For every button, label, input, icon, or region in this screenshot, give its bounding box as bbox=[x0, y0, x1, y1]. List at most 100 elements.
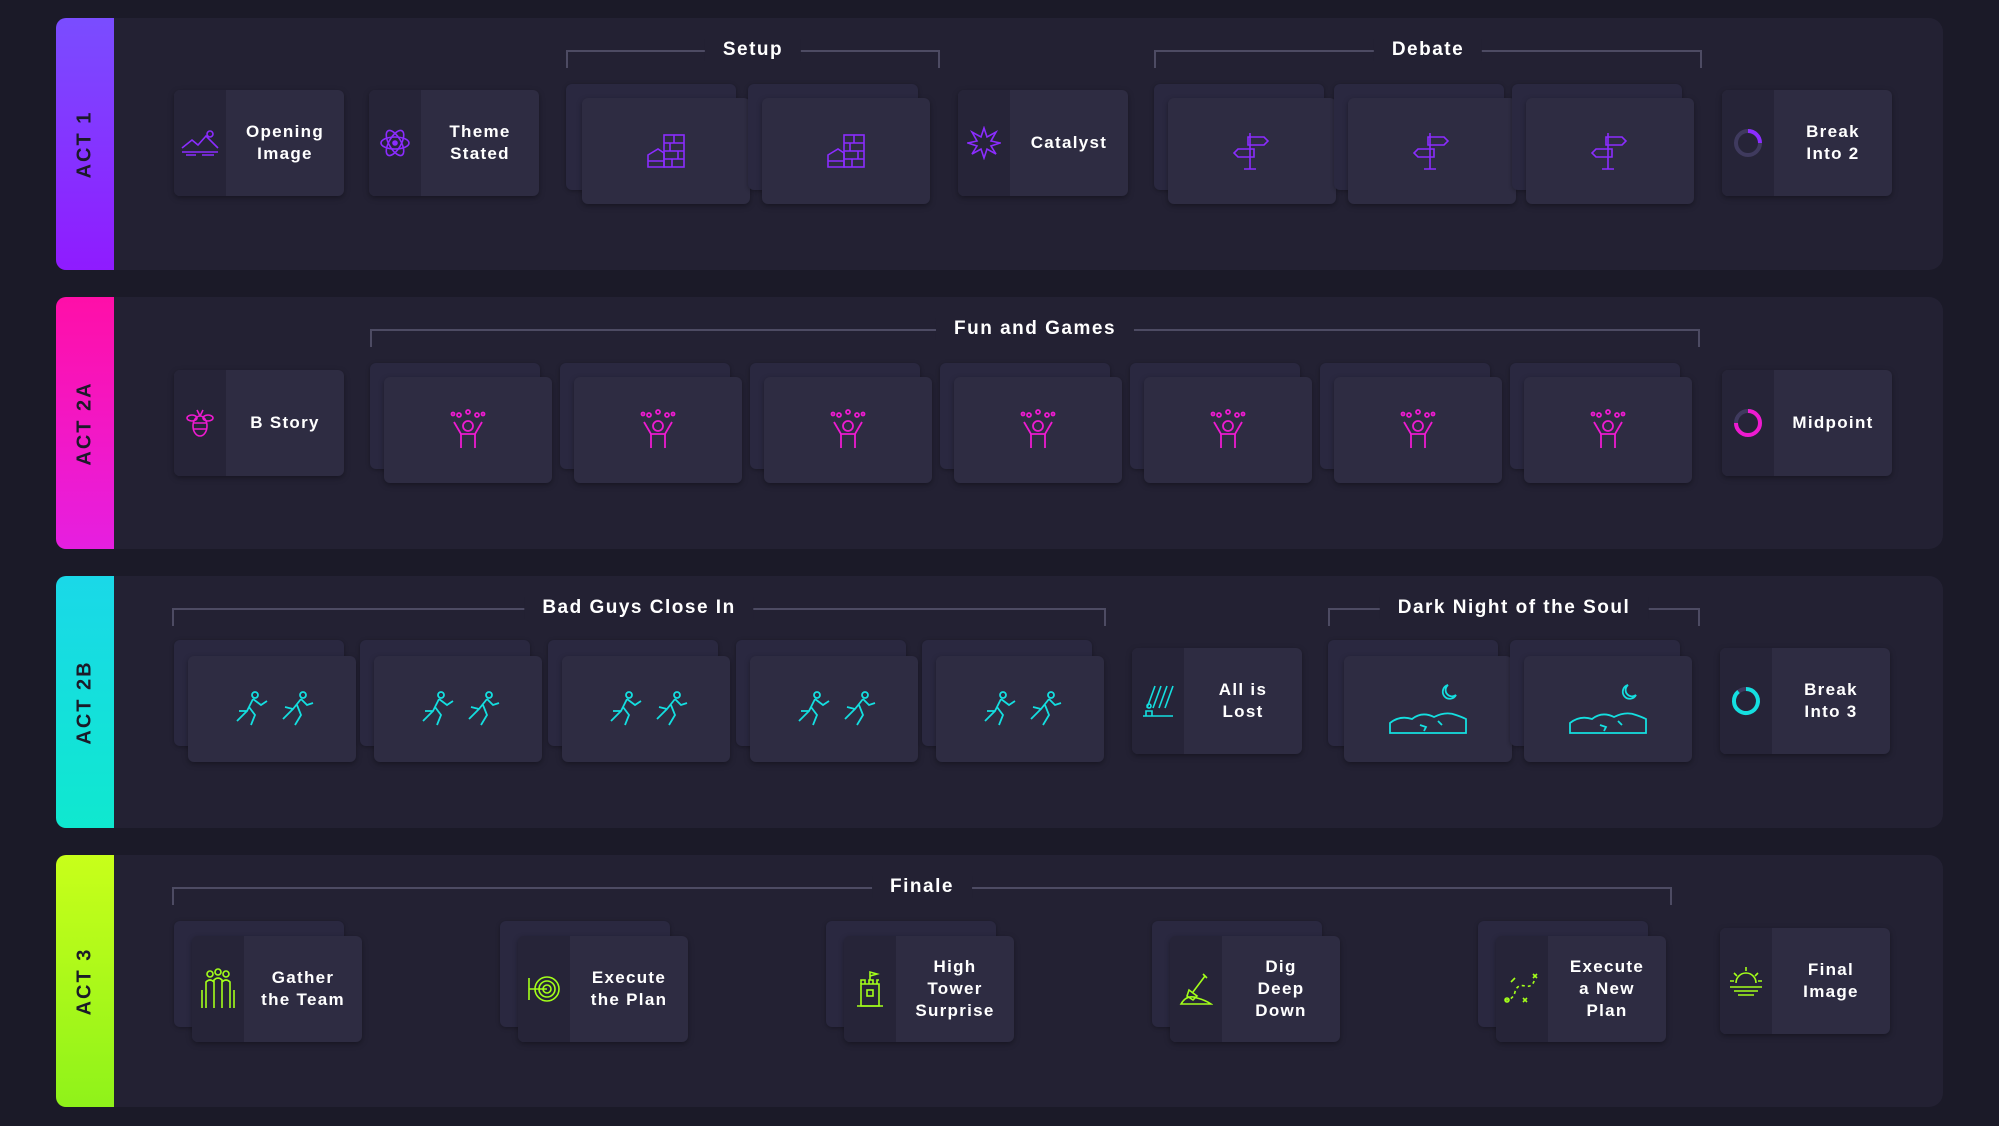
celebrating-person-icon bbox=[640, 409, 676, 448]
debate-bracket: Debate bbox=[1154, 39, 1702, 68]
running-figures-icon bbox=[798, 691, 876, 726]
bad-guys-bracket: Bad Guys Close In bbox=[172, 597, 1106, 626]
beat-gather-the-team[interactable]: Gather the Team bbox=[192, 936, 362, 1042]
celebrating-person-icon bbox=[450, 409, 486, 448]
debate-card[interactable] bbox=[1348, 98, 1516, 204]
landscape-icon bbox=[181, 130, 219, 156]
beat-label: Opening Image bbox=[245, 122, 325, 163]
bad-guys-card[interactable] bbox=[750, 656, 918, 762]
ring-icon bbox=[1734, 129, 1762, 157]
beat-execute-new-plan[interactable]: Execute a New Plan bbox=[1496, 936, 1666, 1042]
beat-final-image[interactable]: Final Image bbox=[1720, 928, 1890, 1034]
fun-card[interactable] bbox=[574, 377, 742, 483]
celebrating-person-icon bbox=[1590, 409, 1626, 448]
setup-bracket: Setup bbox=[566, 39, 940, 68]
moon-desert-icon bbox=[1389, 684, 1467, 734]
debate-card[interactable] bbox=[1168, 98, 1336, 204]
celebrating-person-icon bbox=[1020, 409, 1056, 448]
act-2b-panel: ACT 2B Bad Guys Close In Dark Night of t… bbox=[56, 576, 1943, 828]
act-3-panel: ACT 3 Finale Gather the Team Execute the… bbox=[56, 855, 1943, 1107]
celebrating-person-icon bbox=[1210, 409, 1246, 448]
shovel-icon bbox=[1179, 973, 1213, 1005]
running-figures-icon bbox=[610, 691, 688, 726]
moon-desert-icon bbox=[1569, 684, 1647, 734]
burst-icon bbox=[967, 126, 1001, 160]
beat-high-tower-surprise[interactable]: High Tower Surprise bbox=[844, 936, 1014, 1042]
signpost-icon bbox=[1412, 133, 1450, 170]
rain-person-icon bbox=[1143, 685, 1174, 717]
beat-label: Break Into 3 bbox=[1804, 680, 1858, 721]
beat-catalyst[interactable]: Catalyst bbox=[958, 90, 1128, 196]
sunrise-icon bbox=[1730, 967, 1762, 996]
setup-card[interactable] bbox=[582, 98, 750, 204]
beat-label: Break Into 2 bbox=[1806, 122, 1860, 163]
beat-b-story[interactable]: B Story bbox=[174, 370, 344, 476]
fun-card[interactable] bbox=[764, 377, 932, 483]
beat-label: B Story bbox=[250, 413, 320, 432]
tower-icon bbox=[857, 970, 883, 1007]
celebrating-person-icon bbox=[830, 409, 866, 448]
running-figures-icon bbox=[422, 691, 500, 726]
bad-guys-card[interactable] bbox=[936, 656, 1104, 762]
beat-label: Catalyst bbox=[1030, 133, 1108, 152]
setup-card[interactable] bbox=[762, 98, 930, 204]
act-2a-panel: ACT 2A Fun and Games B Story Midpoint bbox=[56, 297, 1943, 549]
fun-card[interactable] bbox=[1334, 377, 1502, 483]
dark-night-card[interactable] bbox=[1524, 656, 1692, 762]
beat-label: Final Image bbox=[1803, 960, 1859, 1001]
bad-guys-card[interactable] bbox=[562, 656, 730, 762]
beat-label: Execute the Plan bbox=[590, 968, 668, 1009]
bad-guys-card[interactable] bbox=[374, 656, 542, 762]
dark-night-title: Dark Night of the Soul bbox=[1379, 597, 1649, 619]
act-2a-tab[interactable]: ACT 2A bbox=[56, 297, 114, 549]
bad-guys-card[interactable] bbox=[188, 656, 356, 762]
atom-icon bbox=[380, 129, 410, 157]
dark-night-card[interactable] bbox=[1344, 656, 1512, 762]
signpost-icon bbox=[1590, 133, 1628, 170]
celebrating-person-icon bbox=[1400, 409, 1436, 448]
strategy-icon bbox=[1504, 973, 1538, 1003]
finale-bracket: Finale bbox=[172, 876, 1672, 905]
running-figures-icon bbox=[984, 691, 1062, 726]
bricks-icon bbox=[647, 134, 685, 168]
target-icon bbox=[528, 976, 560, 1002]
act-3-label: ACT 3 bbox=[73, 947, 96, 1015]
beat-all-is-lost[interactable]: All is Lost bbox=[1132, 648, 1302, 754]
act-1-tab[interactable]: ACT 1 bbox=[56, 18, 114, 270]
beat-label: All is Lost bbox=[1218, 680, 1268, 721]
setup-title: Setup bbox=[704, 39, 802, 61]
fun-card[interactable] bbox=[1144, 377, 1312, 483]
finale-title: Finale bbox=[872, 876, 972, 898]
team-icon bbox=[201, 968, 235, 1008]
fun-card[interactable] bbox=[1524, 377, 1692, 483]
beat-dig-deep-down[interactable]: Dig Deep Down bbox=[1170, 936, 1340, 1042]
act-2b-tab[interactable]: ACT 2B bbox=[56, 576, 114, 828]
running-figures-icon bbox=[236, 691, 314, 726]
act-3-tab[interactable]: ACT 3 bbox=[56, 855, 114, 1107]
fun-and-games-bracket: Fun and Games bbox=[370, 318, 1700, 347]
beat-break-into-2[interactable]: Break Into 2 bbox=[1722, 90, 1892, 196]
beat-break-into-3[interactable]: Break Into 3 bbox=[1720, 648, 1890, 754]
act-1-label: ACT 1 bbox=[73, 110, 96, 178]
fun-card[interactable] bbox=[954, 377, 1122, 483]
fun-and-games-title: Fun and Games bbox=[935, 318, 1135, 340]
ring-icon bbox=[1734, 409, 1762, 437]
debate-card[interactable] bbox=[1526, 98, 1694, 204]
beat-label: Gather the Team bbox=[261, 968, 345, 1009]
dark-night-bracket: Dark Night of the Soul bbox=[1328, 597, 1700, 626]
beat-label: Midpoint bbox=[1792, 413, 1874, 432]
act-2a-label: ACT 2A bbox=[73, 380, 96, 466]
beat-opening-image[interactable]: Opening Image bbox=[174, 90, 344, 196]
act-2b-label: ACT 2B bbox=[73, 659, 96, 745]
fun-card[interactable] bbox=[384, 377, 552, 483]
beat-label: Dig Deep Down bbox=[1255, 957, 1307, 1020]
beat-label: High Tower Surprise bbox=[915, 957, 995, 1020]
bee-icon bbox=[186, 409, 214, 437]
beat-execute-the-plan[interactable]: Execute the Plan bbox=[518, 936, 688, 1042]
beat-theme-stated[interactable]: Theme Stated bbox=[369, 90, 539, 196]
beat-label: Execute a New Plan bbox=[1569, 957, 1645, 1020]
ring-icon bbox=[1731, 687, 1760, 715]
bricks-icon bbox=[827, 134, 865, 168]
act-1-panel: ACT 1 Setup Debate Opening Image Theme S… bbox=[56, 18, 1943, 270]
beat-midpoint[interactable]: Midpoint bbox=[1722, 370, 1892, 476]
